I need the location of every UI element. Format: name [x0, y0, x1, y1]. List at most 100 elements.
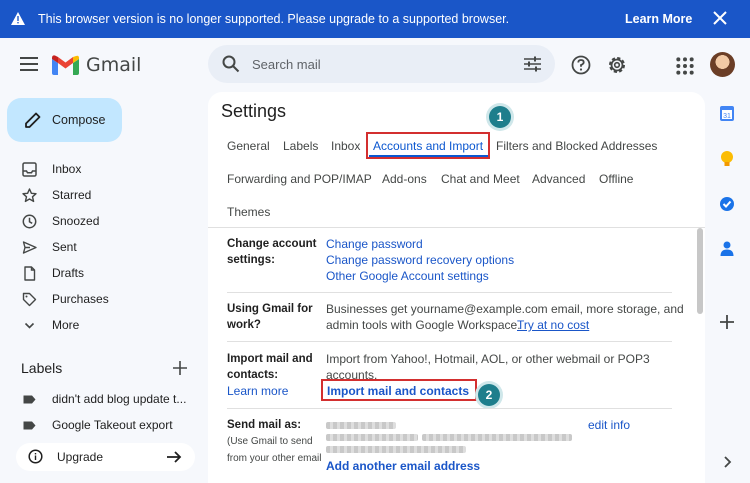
sidebar-item-more[interactable]: More: [0, 312, 200, 338]
unsupported-browser-banner: This browser version is no longer suppor…: [0, 0, 750, 38]
banner-message: This browser version is no longer suppor…: [38, 12, 510, 26]
send-mail-as-hint: (Use Gmail to send: [227, 436, 313, 447]
page-title: Settings: [221, 101, 287, 121]
label-item-text: Google Takeout export: [52, 418, 173, 432]
redacted-address: [326, 446, 466, 453]
sidebar-item-starred[interactable]: Starred: [0, 182, 200, 208]
import-description: Import from Yahoo!, Hotmail, AOL, or oth…: [326, 352, 650, 366]
try-at-no-cost-link[interactable]: Try at no cost: [517, 318, 589, 332]
star-icon: [22, 188, 37, 203]
settings-panel: Settings General Labels Inbox Accounts a…: [208, 92, 705, 483]
settings-scrollbar[interactable]: [697, 228, 703, 314]
edit-info-link[interactable]: edit info: [588, 418, 630, 432]
send-mail-as-label: Send mail as:: [227, 419, 302, 431]
warning-icon: [11, 12, 25, 25]
divider: [208, 227, 705, 228]
change-recovery-options-link[interactable]: Change password recovery options: [326, 253, 514, 267]
gmail-for-work-label: Using Gmail for: [227, 303, 313, 315]
close-icon[interactable]: [712, 10, 728, 26]
gmail-logo-icon[interactable]: [52, 55, 79, 75]
workspace-description-cont: admin tools with Google Workspace.: [326, 318, 521, 332]
tasks-icon[interactable]: [712, 194, 742, 214]
gear-icon[interactable]: [607, 55, 627, 75]
import-learn-more-link[interactable]: Learn more: [227, 384, 288, 398]
clock-icon: [22, 214, 37, 229]
tab-general[interactable]: General: [227, 139, 270, 153]
calendar-icon[interactable]: 31: [712, 104, 742, 124]
tab-advanced[interactable]: Advanced: [532, 172, 585, 186]
pencil-icon: [25, 112, 41, 128]
compose-label: Compose: [52, 113, 106, 127]
sidebar-item-label: Starred: [52, 188, 92, 202]
add-app-icon[interactable]: [712, 312, 742, 332]
chevron-right-icon[interactable]: [712, 452, 742, 472]
tab-labels[interactable]: Labels: [283, 139, 318, 153]
sidebar-item-inbox[interactable]: Inbox: [0, 156, 200, 182]
inbox-icon: [22, 162, 37, 177]
sidebar-item-label: Purchases: [52, 292, 109, 306]
sidebar-item-label: Drafts: [52, 266, 85, 280]
sidebar-item-snoozed[interactable]: Snoozed: [0, 208, 200, 234]
divider: [227, 292, 672, 293]
step-badge-1: 1: [489, 106, 511, 128]
gmail-for-work-label-cont: work?: [227, 319, 261, 331]
change-account-label-cont: settings:: [227, 254, 275, 266]
sidebar-item-label: Inbox: [52, 162, 82, 176]
tag-icon: [22, 292, 37, 307]
import-highlight-box: [321, 379, 477, 401]
main-menu-icon[interactable]: [20, 57, 38, 71]
tab-forwarding-and-pop-imap[interactable]: Forwarding and POP/IMAP: [227, 172, 372, 186]
add-another-email-link[interactable]: Add another email address: [326, 459, 480, 473]
apps-grid-icon[interactable]: [675, 56, 695, 76]
sidebar-item-label: More: [52, 318, 80, 332]
svg-text:31: 31: [723, 113, 731, 120]
search-icon[interactable]: [222, 55, 240, 73]
send-icon: [22, 241, 37, 254]
avatar[interactable]: [710, 52, 735, 77]
keep-icon[interactable]: [712, 149, 742, 169]
sidebar-item-label: Snoozed: [52, 214, 100, 228]
tab-highlight-box: [366, 132, 490, 159]
tab-add-ons[interactable]: Add-ons: [382, 172, 427, 186]
tab-inbox[interactable]: Inbox: [331, 139, 360, 153]
search-input[interactable]: Search mail: [252, 57, 321, 72]
sidebar-item-purchases[interactable]: Purchases: [0, 286, 200, 312]
import-mail-label: Import mail and: [227, 353, 313, 365]
label-tag-icon: [23, 421, 36, 430]
redacted-address: [422, 434, 572, 441]
change-password-link[interactable]: Change password: [326, 237, 423, 251]
label-tag-icon: [23, 395, 36, 404]
add-label-icon[interactable]: [173, 361, 187, 375]
send-mail-as-hint-cont: from your other email: [227, 453, 322, 464]
chevron-down-icon: [24, 322, 35, 329]
divider: [227, 341, 672, 342]
label-item[interactable]: Google Takeout export: [0, 412, 200, 438]
contacts-icon[interactable]: [712, 239, 742, 259]
sidebar-item-label: Sent: [52, 240, 77, 254]
sidebar-item-drafts[interactable]: Drafts: [0, 260, 200, 286]
help-icon[interactable]: [571, 55, 591, 75]
tab-filters-and-blocked-addresses[interactable]: Filters and Blocked Addresses: [496, 139, 657, 153]
search-filter-icon[interactable]: [524, 56, 541, 72]
google-account-settings-link[interactable]: Other Google Account settings: [326, 269, 489, 283]
redacted-address: [326, 434, 418, 441]
tab-chat-and-meet[interactable]: Chat and Meet: [441, 172, 520, 186]
redacted-name: [326, 422, 396, 429]
label-item[interactable]: didn't add blog update t...: [0, 386, 200, 412]
info-icon: [28, 449, 43, 464]
tab-offline[interactable]: Offline: [599, 172, 633, 186]
import-mail-label-cont: contacts:: [227, 369, 279, 381]
arrow-right-icon: [167, 451, 182, 463]
banner-learn-more-link[interactable]: Learn More: [625, 12, 692, 26]
upgrade-button[interactable]: Upgrade: [16, 443, 195, 471]
search-bar[interactable]: Search mail: [208, 45, 555, 83]
label-item-text: didn't add blog update t...: [52, 392, 187, 406]
labels-heading: Labels: [21, 360, 63, 376]
draft-icon: [24, 266, 36, 281]
tab-themes[interactable]: Themes: [227, 205, 270, 219]
step-badge-2: 2: [478, 384, 500, 406]
workspace-description: Businesses get yourname@example.com emai…: [326, 302, 684, 316]
sidebar-item-sent[interactable]: Sent: [0, 234, 200, 260]
upgrade-label: Upgrade: [57, 450, 104, 464]
compose-button[interactable]: Compose: [7, 98, 122, 142]
